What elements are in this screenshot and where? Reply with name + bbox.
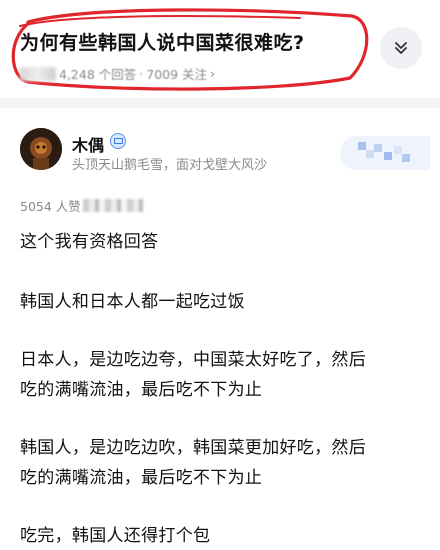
pixelated-patch: [374, 144, 382, 152]
vote-line: 5054 人赞: [20, 196, 143, 215]
author-name[interactable]: 木偶: [72, 132, 104, 156]
pixelated-patch: [366, 150, 374, 158]
answer-paragraph: 吃的满嘴流油，最后吃不下为止: [20, 380, 263, 400]
meta-blur: [20, 66, 56, 81]
answer-paragraph: 日本人，是边吃边夸，中国菜太好吃了，然后: [20, 350, 366, 370]
chevron-right-icon: ›: [210, 66, 216, 81]
follow-button[interactable]: [340, 136, 430, 170]
answer-paragraph: 韩国人和日本人都一起吃过饭: [20, 292, 245, 312]
meta-separator: ·: [139, 66, 144, 81]
avatar[interactable]: [20, 128, 62, 170]
vote-blur: [82, 199, 143, 212]
pixelated-patch: [394, 146, 402, 154]
author-bio: 头顶天山鹅毛雪，面对戈壁大风沙: [72, 158, 268, 173]
question-meta[interactable]: 4,248 个回答 · 7009 关注 ›: [20, 64, 215, 83]
pixelated-patch: [384, 152, 392, 160]
answer-paragraph: 韩国人，是边吃边吹，韩国菜更加好吃，然后: [20, 438, 366, 458]
verified-badge-icon: [110, 133, 126, 149]
collapse-button[interactable]: [380, 27, 422, 69]
question-header: 为何有些韩国人说中国菜很难吃? 4,248 个回答 · 7009 关注 ›: [0, 0, 440, 98]
avatar-image: [20, 128, 62, 170]
pixelated-patch: [402, 154, 410, 162]
pixelated-patch: [358, 142, 366, 150]
question-title[interactable]: 为何有些韩国人说中国菜很难吃?: [20, 28, 305, 55]
author-card: 木偶 头顶天山鹅毛雪，面对戈壁大风沙: [0, 108, 440, 188]
section-divider: [0, 98, 440, 108]
follower-count: 7009 关注: [146, 67, 208, 82]
answer-paragraph: 吃完，韩国人还得打个包: [20, 526, 211, 546]
chevron-double-down-icon: [395, 42, 407, 54]
answer-paragraph: 这个我有资格回答: [20, 232, 159, 252]
vote-count: 5054 人赞: [20, 199, 81, 214]
answer-paragraph: 吃的满嘴流油，最后吃不下为止: [20, 468, 263, 488]
answer-count: 4,248 个回答: [59, 67, 137, 82]
